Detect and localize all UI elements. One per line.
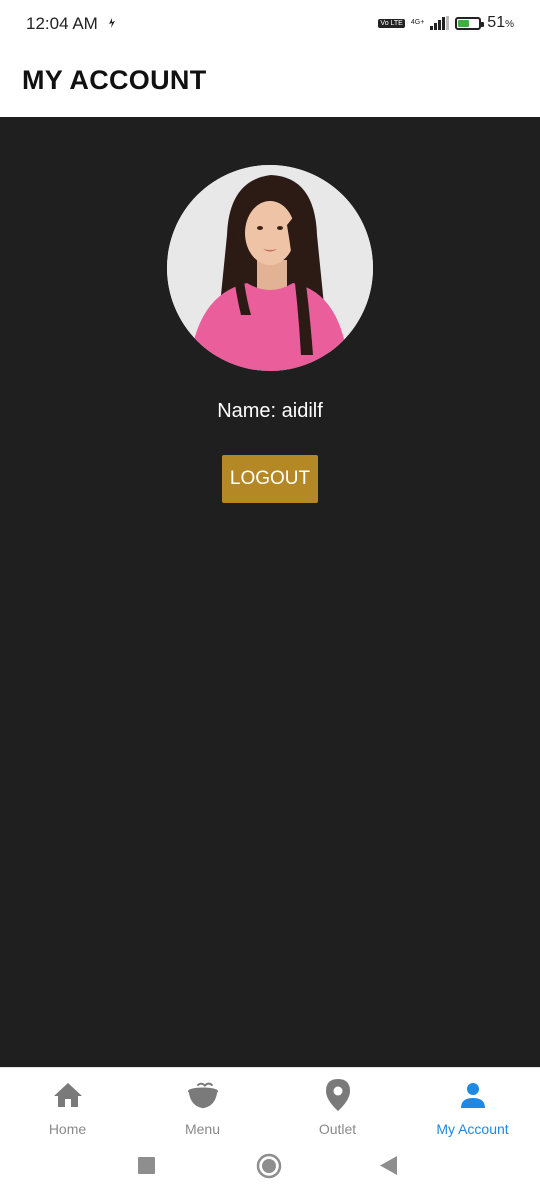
nav-label-menu: Menu <box>184 1121 221 1137</box>
notification-icon <box>109 18 115 28</box>
user-name: Name: aidilf <box>217 400 323 422</box>
account-content: Name: aidilf LOGOUT <box>0 117 540 1067</box>
profile-photo <box>167 165 373 371</box>
coffee-cup-icon <box>186 1078 220 1112</box>
nav-item-home[interactable]: Home <box>0 1068 135 1146</box>
status-time: 12:04 AM <box>26 14 98 33</box>
nav-item-menu[interactable]: Menu <box>135 1068 270 1146</box>
nav-label-home: Home <box>48 1121 87 1137</box>
nav-item-my-account[interactable]: My Account <box>405 1068 540 1146</box>
nav-label-my-account: My Account <box>436 1121 509 1137</box>
volte-icon: Vo LTE <box>378 18 405 28</box>
avatar <box>167 165 373 371</box>
battery-percent: 51% <box>487 14 514 31</box>
home-icon <box>51 1078 85 1112</box>
nav-item-outlet[interactable]: Outlet <box>270 1068 405 1146</box>
network-type: 4G+ <box>410 19 425 26</box>
nav-label-outlet: Outlet <box>318 1121 357 1137</box>
system-nav-bar <box>0 1145 540 1200</box>
logout-button[interactable]: LOGOUT <box>222 455 318 503</box>
battery-icon <box>455 16 485 30</box>
bottom-nav: Home Menu Outlet My Account <box>0 1067 540 1146</box>
page-title: MY ACCOUNT <box>22 65 207 95</box>
app-header: MY ACCOUNT <box>0 50 540 117</box>
signal-icon <box>430 16 450 30</box>
location-pin-icon <box>321 1078 355 1112</box>
back-button[interactable] <box>380 1156 398 1175</box>
recent-apps-button[interactable] <box>138 1157 155 1174</box>
logout-button-label: LOGOUT <box>229 468 311 489</box>
status-indicators: Vo LTE 4G+ 51% <box>378 14 514 32</box>
home-button[interactable] <box>256 1153 282 1179</box>
person-icon <box>456 1078 490 1112</box>
status-bar: 12:04 AM Vo LTE 4G+ 51% <box>0 0 540 50</box>
